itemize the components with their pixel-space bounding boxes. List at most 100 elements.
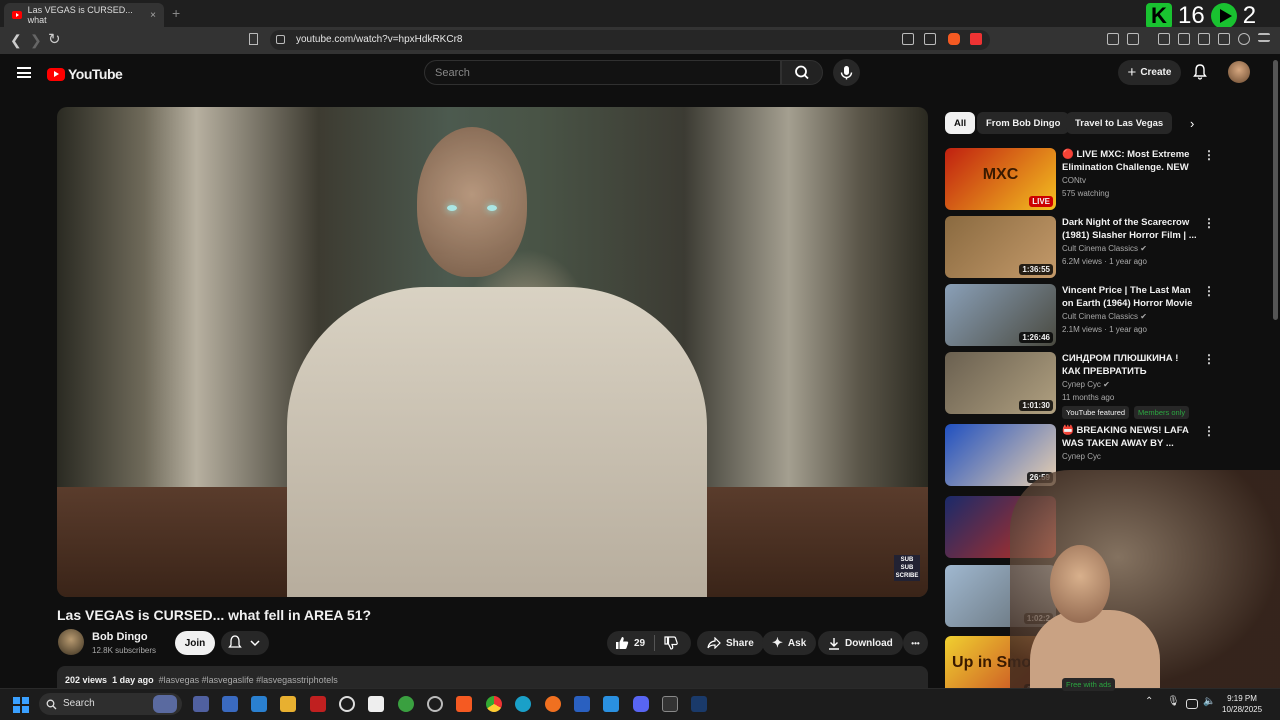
search-input[interactable]: Search [424, 60, 781, 85]
thumbs-down-icon[interactable] [664, 636, 678, 650]
app-icon[interactable] [662, 696, 678, 712]
app-icon[interactable] [222, 696, 238, 712]
more-actions-button[interactable]: ••• [903, 631, 928, 655]
guide-menu-icon[interactable] [17, 67, 31, 78]
chip-all[interactable]: All [945, 112, 976, 134]
hashtags[interactable]: #lasvegas #lasvegaslife #lasvegasstripho… [159, 675, 338, 685]
share-page-icon[interactable] [924, 33, 936, 45]
chrome-icon[interactable] [486, 696, 502, 712]
leo-ai-icon[interactable] [1218, 33, 1230, 45]
rec-video-title[interactable]: 📛 BREAKING NEWS! LAFA WAS TAKEN AWAY BY … [1062, 424, 1197, 450]
copilot-app-icon[interactable] [193, 696, 209, 712]
file-explorer-icon[interactable] [280, 696, 296, 712]
subscribe-notifications-button[interactable] [221, 631, 269, 655]
cast-icon[interactable] [902, 33, 914, 45]
app-icon[interactable] [574, 696, 590, 712]
rec-video-title[interactable]: Vincent Price | The Last Man on Earth (1… [1062, 284, 1197, 310]
more-options-icon[interactable]: ⋮ [1203, 284, 1215, 298]
url-text[interactable]: youtube.com/watch?v=hpxHdkRKCr8 [296, 34, 462, 45]
rec-video-title[interactable]: 🔴 LIVE MXC: Most Extreme Elimination Cha… [1062, 148, 1197, 174]
share-button[interactable]: Share [697, 631, 764, 655]
page-scrollbar[interactable] [1273, 60, 1278, 320]
volume-icon[interactable]: 🔈 [1203, 696, 1219, 712]
site-settings-icon[interactable] [276, 35, 285, 44]
like-count[interactable]: 29 [634, 638, 645, 649]
microphone-tray-icon[interactable]: 🎙 [1167, 696, 1183, 712]
video-thumbnail[interactable]: 26:59 [945, 424, 1056, 486]
steam-icon[interactable] [691, 696, 707, 712]
voice-search-button[interactable] [833, 59, 860, 86]
extensions-icon[interactable] [1107, 33, 1119, 45]
wallet-icon[interactable] [1198, 33, 1210, 45]
search-button[interactable] [781, 60, 823, 85]
rec-video-title[interactable]: Dark Night of the Scarecrow (1981) Slash… [1062, 216, 1197, 242]
video-thumbnail[interactable]: 1:36:55 [945, 216, 1056, 278]
back-button[interactable]: ❮ [10, 32, 22, 49]
video-thumbnail[interactable]: MXC LIVE [945, 148, 1056, 210]
screenshot-icon[interactable] [1127, 33, 1139, 45]
brave-browser-icon[interactable] [456, 696, 472, 712]
rec-channel-name[interactable]: Cult Cinema Classics ✔ [1062, 244, 1147, 253]
firefox-icon[interactable] [545, 696, 561, 712]
show-hidden-icons-icon[interactable]: ⌃ [1145, 696, 1161, 712]
subscribe-watermark[interactable]: SUB SUB SCRIBE [894, 555, 920, 581]
network-icon[interactable] [1186, 699, 1198, 709]
chip-from-bob-dingo[interactable]: From Bob Dingo [977, 112, 1070, 134]
brave-shield-icon[interactable] [948, 33, 960, 45]
more-options-icon[interactable]: ⋮ [1203, 148, 1215, 162]
sidebar-icon[interactable] [1178, 33, 1190, 45]
remote-desktop-icon[interactable] [251, 696, 267, 712]
join-button[interactable]: Join [175, 631, 215, 655]
forward-button[interactable]: ❯ [30, 32, 42, 49]
rec-channel-name[interactable]: Супер Сус [1062, 452, 1101, 461]
thumbs-up-icon[interactable] [615, 636, 629, 650]
media-icon[interactable] [1158, 33, 1170, 45]
rec-video-title[interactable]: СИНДРОМ ПЛЮШКИНА ! КАК ПРЕВРАТИТЬ КВАРТИ… [1062, 352, 1197, 378]
bookmark-icon[interactable] [249, 33, 258, 45]
obs-app-icon[interactable] [427, 696, 443, 712]
view-count: 202 views [65, 675, 108, 685]
windows-start-icon[interactable] [13, 697, 29, 713]
vpn-icon[interactable] [1238, 33, 1250, 45]
more-options-icon[interactable]: ⋮ [1203, 424, 1215, 438]
brave-rewards-icon[interactable] [970, 33, 982, 45]
channel-name[interactable]: Bob Dingo [92, 631, 148, 643]
more-options-icon[interactable]: ⋮ [1203, 216, 1215, 230]
recommended-video[interactable]: 1:01:30 СИНДРОМ ПЛЮШКИНА ! КАК ПРЕВРАТИТЬ… [945, 352, 1215, 414]
video-thumbnail[interactable]: 1:26:46 [945, 284, 1056, 346]
shield-app-icon[interactable] [398, 696, 414, 712]
notes-app-icon[interactable] [368, 696, 384, 712]
notifications-bell-icon[interactable] [1193, 64, 1207, 80]
video-player[interactable]: SUB SUB SCRIBE [57, 107, 928, 597]
rec-channel-name[interactable]: Супер Сус ✔ [1062, 380, 1110, 389]
video-thumbnail[interactable]: 1:01:30 [945, 352, 1056, 414]
youtube-logo[interactable]: YouTube [47, 66, 123, 82]
chevron-right-icon[interactable]: › [1190, 116, 1194, 131]
chip-travel-to-las-vegas[interactable]: Travel to Las Vegas [1066, 112, 1173, 134]
reload-button[interactable]: ↻ [48, 30, 61, 48]
media-app-icon[interactable] [310, 696, 326, 712]
account-avatar[interactable] [1228, 61, 1250, 83]
rec-channel-name[interactable]: CONtv [1062, 176, 1086, 185]
browser-tab[interactable]: Las VEGAS is CURSED... what × [4, 3, 164, 27]
search-highlight-icon[interactable] [153, 695, 177, 713]
edge-icon[interactable] [515, 696, 531, 712]
browser-tab-bar [0, 0, 1280, 27]
discord-icon[interactable] [633, 696, 649, 712]
menu-icon[interactable] [1258, 33, 1270, 42]
download-button[interactable]: Download [818, 631, 903, 655]
system-clock[interactable]: 9:19 PM 10/28/2025 [1222, 693, 1262, 715]
tab-close-icon[interactable]: × [150, 10, 156, 21]
new-tab-button[interactable]: + [172, 5, 180, 21]
create-button[interactable]: + Create [1118, 60, 1181, 85]
more-options-icon[interactable]: ⋮ [1203, 352, 1215, 366]
recommended-video[interactable]: MXC LIVE 🔴 LIVE MXC: Most Extreme Eliminat… [945, 148, 1215, 210]
settings-app-icon[interactable] [339, 696, 355, 712]
recommended-video[interactable]: 1:26:46 Vincent Price | The Last Man on E… [945, 284, 1215, 346]
overlay-count-b: 2 [1242, 2, 1257, 29]
ask-button[interactable]: ✦ Ask [762, 631, 817, 655]
channel-avatar[interactable] [58, 629, 84, 655]
rec-channel-name[interactable]: Cult Cinema Classics ✔ [1062, 312, 1147, 321]
recommended-video[interactable]: 1:36:55 Dark Night of the Scarecrow (1981… [945, 216, 1215, 278]
vscode-icon[interactable] [603, 696, 619, 712]
